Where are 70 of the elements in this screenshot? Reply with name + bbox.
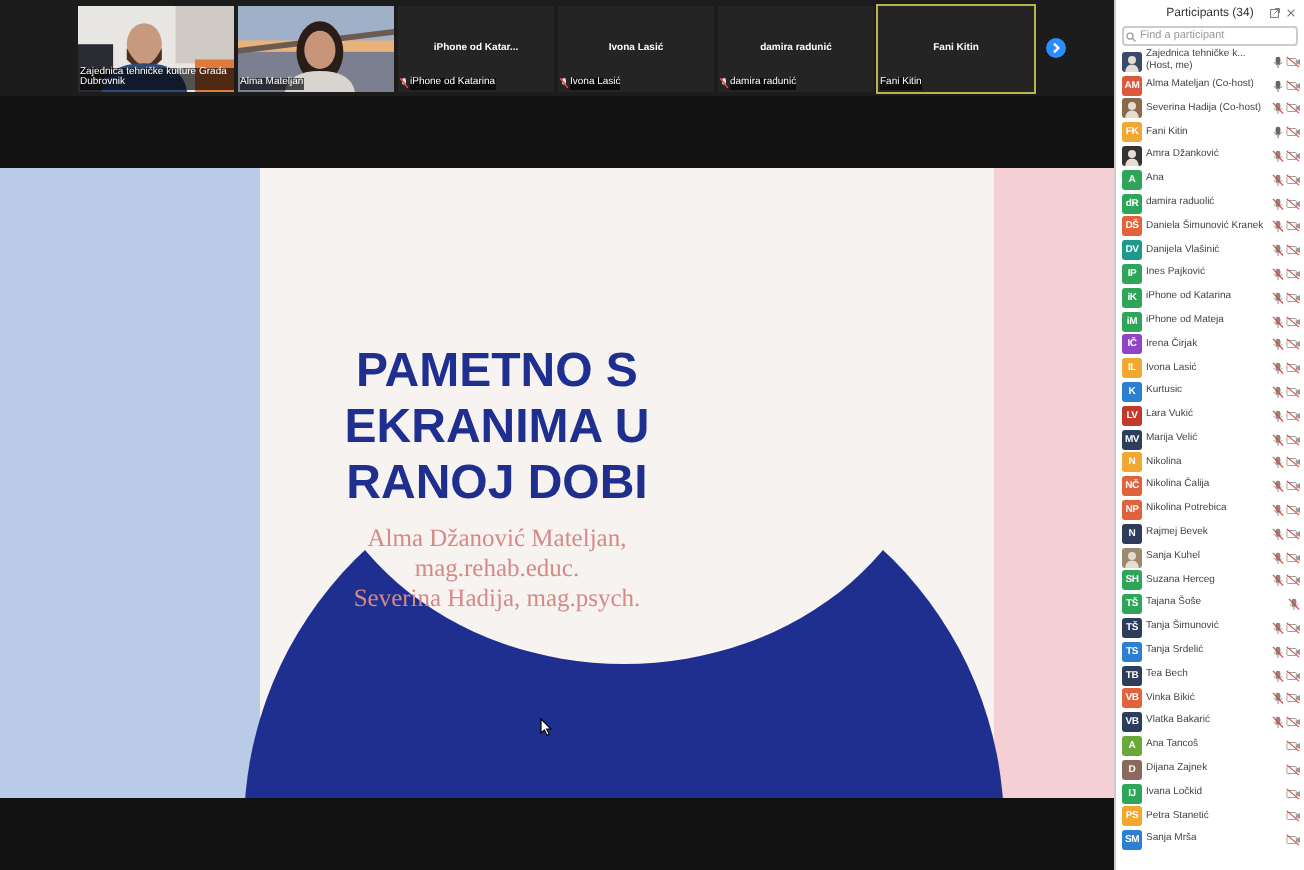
video-off-icon[interactable] bbox=[1286, 173, 1300, 186]
muted-mic-icon[interactable] bbox=[1272, 669, 1284, 682]
video-off-icon[interactable] bbox=[1286, 456, 1300, 469]
muted-mic-icon[interactable] bbox=[1272, 433, 1284, 446]
muted-mic-icon[interactable] bbox=[1272, 338, 1284, 351]
microphone-icon[interactable] bbox=[1272, 55, 1284, 68]
video-off-icon[interactable] bbox=[1286, 834, 1300, 847]
muted-mic-icon[interactable] bbox=[1272, 150, 1284, 163]
muted-mic-icon[interactable] bbox=[1272, 220, 1284, 233]
video-off-icon[interactable] bbox=[1286, 55, 1300, 68]
video-off-icon[interactable] bbox=[1286, 220, 1300, 233]
video-off-icon[interactable] bbox=[1286, 645, 1300, 658]
video-off-icon[interactable] bbox=[1286, 574, 1300, 587]
video-off-icon[interactable] bbox=[1286, 622, 1300, 635]
mouse-cursor-icon bbox=[540, 718, 552, 736]
video-off-icon[interactable] bbox=[1286, 197, 1300, 210]
muted-mic-icon[interactable] bbox=[1272, 173, 1284, 186]
video-off-icon[interactable] bbox=[1286, 504, 1300, 517]
next-page-button[interactable] bbox=[1046, 38, 1066, 58]
muted-mic-icon[interactable] bbox=[1272, 197, 1284, 210]
muted-mic-icon[interactable] bbox=[1272, 504, 1284, 517]
muted-mic-icon[interactable] bbox=[1272, 244, 1284, 257]
muted-mic-icon[interactable] bbox=[1272, 386, 1284, 399]
pop-out-icon[interactable] bbox=[1270, 8, 1280, 18]
muted-mic-icon[interactable] bbox=[1272, 362, 1284, 375]
video-off-icon[interactable] bbox=[1286, 669, 1300, 682]
video-off-icon[interactable] bbox=[1286, 79, 1300, 92]
video-off-icon[interactable] bbox=[1286, 291, 1300, 304]
author-line: Alma Džanović Mateljan, bbox=[367, 524, 627, 554]
video-off-icon[interactable] bbox=[1286, 740, 1300, 752]
video-off-icon[interactable] bbox=[1286, 527, 1300, 540]
video-off-icon[interactable] bbox=[1286, 433, 1300, 446]
muted-mic-icon[interactable] bbox=[1272, 716, 1284, 729]
video-off-icon[interactable] bbox=[1286, 268, 1300, 281]
video-off-icon[interactable] bbox=[1286, 102, 1300, 115]
muted-mic-icon[interactable] bbox=[1272, 456, 1284, 469]
video-off-icon[interactable] bbox=[1286, 551, 1300, 564]
video-off-icon[interactable] bbox=[1286, 763, 1300, 776]
muted-mic-icon[interactable] bbox=[1272, 622, 1284, 635]
muted-mic-icon[interactable] bbox=[1272, 551, 1284, 564]
muted-mic-icon[interactable] bbox=[1272, 268, 1284, 281]
slide-title: PAMETNO S EKRANIMA U RANOJ DOBI bbox=[342, 344, 652, 512]
muted-mic-icon[interactable] bbox=[1272, 315, 1284, 328]
muted-mic-icon[interactable] bbox=[1272, 291, 1284, 304]
close-icon[interactable] bbox=[1286, 8, 1296, 18]
video-off-icon[interactable] bbox=[1286, 692, 1300, 705]
video-off-icon[interactable] bbox=[1286, 315, 1300, 328]
video-off-icon[interactable] bbox=[1286, 480, 1300, 493]
author-line: mag.rehab.educ. bbox=[414, 554, 580, 584]
video-off-icon[interactable] bbox=[1286, 338, 1300, 351]
video-off-icon[interactable] bbox=[1286, 716, 1300, 729]
video-off-icon[interactable] bbox=[1286, 126, 1300, 139]
muted-mic-icon[interactable] bbox=[1272, 574, 1284, 587]
video-off-icon[interactable] bbox=[1286, 386, 1300, 399]
muted-mic-icon[interactable] bbox=[1288, 598, 1300, 611]
video-off-icon[interactable] bbox=[1286, 150, 1300, 163]
microphone-icon[interactable] bbox=[1272, 126, 1284, 139]
search-icon bbox=[1126, 31, 1136, 41]
muted-mic-icon[interactable] bbox=[1272, 527, 1284, 540]
video-off-icon[interactable] bbox=[1286, 362, 1300, 375]
muted-mic-icon[interactable] bbox=[1272, 645, 1284, 658]
microphone-icon[interactable] bbox=[1272, 79, 1284, 92]
muted-mic-icon[interactable] bbox=[1272, 692, 1284, 705]
muted-mic-icon[interactable] bbox=[1272, 480, 1284, 493]
video-off-icon[interactable] bbox=[1286, 810, 1300, 823]
muted-mic-icon[interactable] bbox=[1272, 102, 1284, 115]
video-off-icon[interactable] bbox=[1286, 244, 1300, 257]
video-off-icon[interactable] bbox=[1286, 409, 1300, 422]
muted-mic-icon[interactable] bbox=[1272, 409, 1284, 422]
video-off-icon[interactable] bbox=[1286, 787, 1300, 800]
